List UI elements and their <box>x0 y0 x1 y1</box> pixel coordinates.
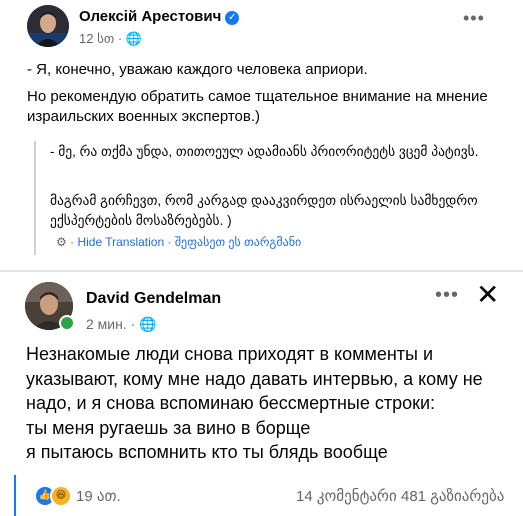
author-name-text[interactable]: Олексій Арестович <box>79 8 221 25</box>
post-text-line: - Я, конечно, уважаю каждого человека ап… <box>27 61 368 78</box>
translation-text-line: მაგრამ გირჩევთ, რომ კარგად დააკვირდეთ ის… <box>50 193 478 228</box>
author-name[interactable]: David Gendelman <box>86 290 221 308</box>
verified-badge-icon: ✓ <box>225 11 240 25</box>
comments-count[interactable]: 14 კომენტარი <box>296 487 397 505</box>
reactions-count[interactable]: 19 ათ. <box>76 487 121 505</box>
translation-block: - მე, რა თქმა უნდა, თითოეულ ადამიანს პრი… <box>34 141 499 255</box>
avatar[interactable] <box>27 5 69 47</box>
globe-icon: 🌐 <box>139 316 157 332</box>
translation-text-line: - მე, რა თქმა უნდა, თითოეულ ადამიანს პრი… <box>50 144 479 159</box>
post-timestamp[interactable]: 12 სთ · 🌐 <box>79 31 142 47</box>
timestamp-text[interactable]: 2 мин. <box>86 316 127 332</box>
close-icon[interactable]: ✕ <box>476 278 499 311</box>
reactions-bar: 👍 😆 19 ათ. 14 კომენტარი 481 გაზიარება <box>14 475 523 516</box>
author-name[interactable]: Олексій Арестович ✓ <box>79 8 240 25</box>
settings-icon: ⚙ <box>56 235 67 249</box>
translation-controls: ⚙ · Hide Translation · შეფასეთ ეს თარგმა… <box>56 235 302 249</box>
post-text: Незнакомые люди снова приходят в коммент… <box>26 344 483 463</box>
post-text-line: Но рекомендую обратить самое тщательное … <box>27 88 488 125</box>
online-status-icon <box>59 315 75 331</box>
more-options-icon[interactable]: ••• <box>435 284 459 307</box>
post-card-arestovych: Олексій Арестович ✓ 12 სთ · 🌐 ••• - Я, ко… <box>0 0 523 270</box>
shares-count[interactable]: 481 გაზიარება <box>401 487 504 505</box>
more-options-icon[interactable]: ••• <box>463 8 485 29</box>
hide-translation-link[interactable]: Hide Translation <box>77 235 164 249</box>
post-timestamp[interactable]: 2 мин. · 🌐 <box>86 316 157 333</box>
globe-icon: 🌐 <box>125 31 143 46</box>
timestamp-text[interactable]: 12 სთ <box>79 31 114 46</box>
haha-reaction-icon: 😆 <box>50 485 72 507</box>
rate-translation-link[interactable]: შეფასეთ ეს თარგმანი <box>175 235 301 249</box>
post-card-gendelman: David Gendelman 2 мин. · 🌐 ••• ✕ Незнако… <box>0 272 523 516</box>
